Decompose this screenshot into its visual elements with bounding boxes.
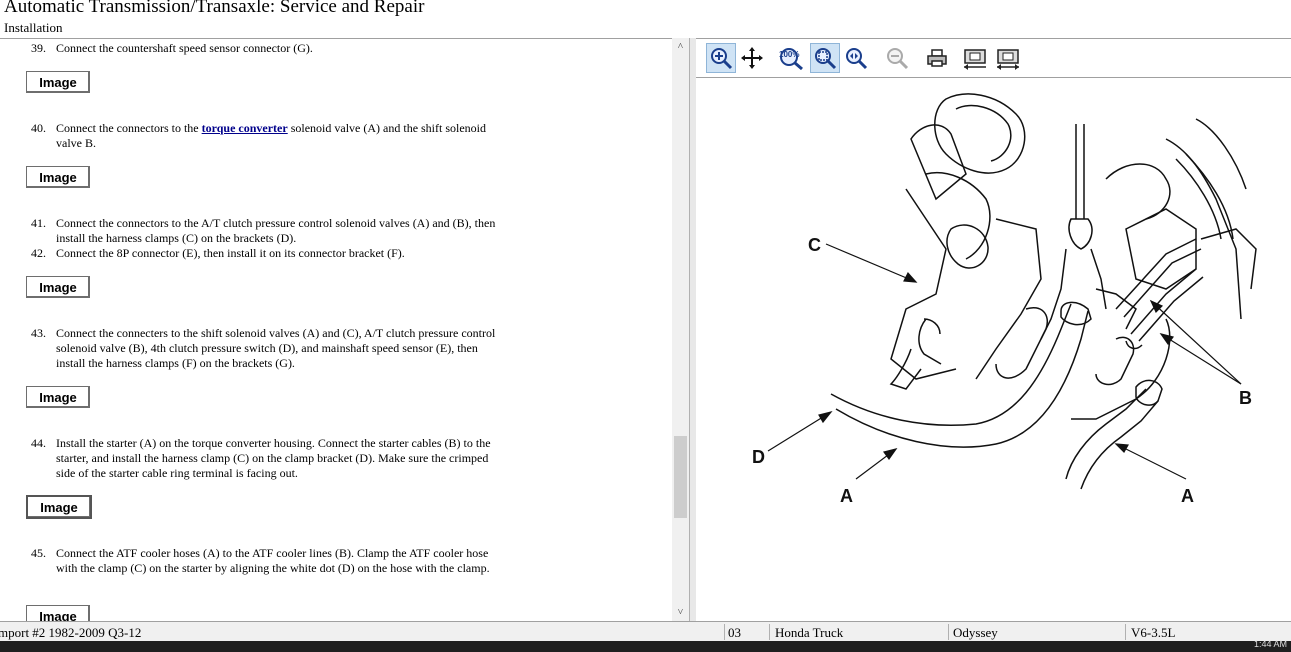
instructions-pane: 39. Connect the countershaft speed senso… [0,38,689,622]
status-model: Odyssey [953,625,998,640]
fit-width-icon [997,49,1019,70]
zoom-out-icon [887,48,909,70]
page-title: Automatic Transmission/Transaxle: Servic… [4,0,425,17]
status-bar: mport #2 1982-2009 Q3-12 03 Honda Truck … [0,621,1291,642]
status-divider [1125,624,1126,640]
step-text: Connect the countershaft speed sensor co… [56,41,313,55]
image-button[interactable]: Image [26,605,90,622]
zoom-area-icon [846,48,868,70]
scrollbar-thumb[interactable] [674,436,687,518]
step-text: Connect the ATF cooler hoses (A) to the … [56,546,490,575]
step-text: Install the starter (A) on the torque co… [56,436,491,480]
step-number: 45. [31,546,46,560]
image-button[interactable]: Image [26,495,92,519]
step-42: 42. Connect the 8P connector (E), then i… [31,246,501,261]
pan-button[interactable] [737,43,767,73]
status-code: 03 [728,625,741,640]
print-icon [927,49,947,67]
section-title: Installation [4,20,63,35]
step-text-part: Connect the connectors to the [56,121,202,135]
status-divider [724,624,725,640]
step-text: Connect the 8P connector (E), then insta… [56,246,405,260]
image-toolbar: 100% [696,39,1291,78]
zoom-in-button[interactable] [706,43,736,73]
image-button[interactable]: Image [26,71,90,93]
step-number: 40. [31,121,46,135]
status-divider [769,624,770,640]
step-number: 39. [31,41,46,55]
label-c: C [808,235,821,255]
step-text: Connect the connectors to the A/T clutch… [56,216,496,245]
label-a-right: A [1181,486,1194,506]
taskbar: 1:44 AM [0,639,1291,652]
diagram-leaders [767,243,1242,480]
status-engine: V6-3.5L [1131,625,1176,640]
step-44: 44. Install the starter (A) on the torqu… [31,436,501,481]
image-button[interactable]: Image [26,276,90,298]
print-button[interactable] [922,43,952,73]
step-45: 45. Connect the ATF cooler hoses (A) to … [31,546,501,576]
status-make: Honda Truck [775,625,844,640]
image-button[interactable]: Image [26,166,90,188]
label-d: D [752,447,765,467]
zoom-fit-button[interactable] [810,43,840,73]
zoom-area-button[interactable] [841,43,871,73]
zoom-100-text: 100% [779,50,799,59]
diagram-linework [830,93,1257,490]
step-40: 40. Connect the connectors to the torque… [31,121,501,151]
step-41: 41. Connect the connectors to the A/T cl… [31,216,501,246]
label-b: B [1239,388,1252,408]
fit-width-button[interactable] [993,43,1023,73]
fit-height-button[interactable] [960,43,990,73]
status-divider [948,624,949,640]
zoom-out-button[interactable] [882,43,912,73]
status-source: mport #2 1982-2009 Q3-12 [0,625,142,640]
zoom-100-icon: 100% [779,48,803,70]
zoom-fit-icon [815,48,837,70]
fit-height-icon [964,49,986,70]
step-43: 43. Connect the connecters to the shift … [31,326,501,371]
step-39: 39. Connect the countershaft speed senso… [31,41,501,56]
image-viewer-pane: 100% C B D A A [696,38,1291,622]
step-number: 43. [31,326,46,340]
step-text: Connect the connectors to the torque con… [56,121,501,151]
taskbar-clock: 1:44 AM [1253,639,1287,649]
scroll-up-icon[interactable]: ˄ [672,38,689,55]
step-number: 44. [31,436,46,450]
image-button[interactable]: Image [26,386,90,408]
label-a-left: A [840,486,853,506]
step-number: 41. [31,216,46,230]
zoom-in-icon [711,48,733,70]
transmission-diagram: C B D A A [752,93,1257,506]
zoom-100-button[interactable]: 100% [776,43,806,73]
torque-converter-link[interactable]: torque converter [202,121,288,135]
pan-icon [741,47,763,69]
scroll-down-icon[interactable]: ˅ [672,604,689,621]
step-number: 42. [31,246,46,260]
instructions-scrollbar[interactable]: ˄ ˅ [672,38,689,621]
step-text: Connect the connecters to the shift sole… [56,326,496,370]
